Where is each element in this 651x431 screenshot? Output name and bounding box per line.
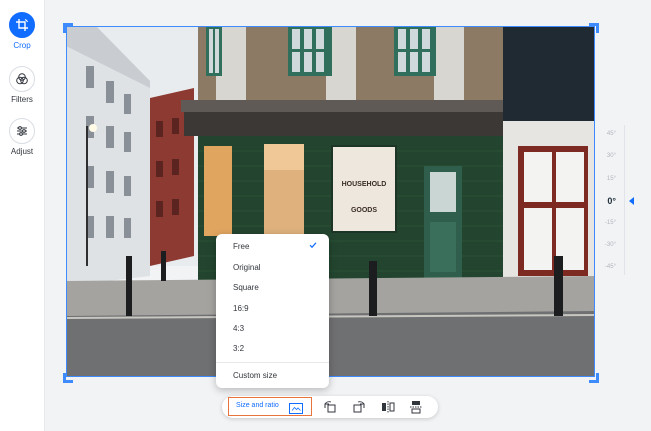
photo-canvas[interactable]: HOUSEHOLD GOODS bbox=[66, 26, 595, 377]
rotate-right-icon bbox=[352, 401, 366, 418]
shop-sign-line1: HOUSEHOLD bbox=[342, 181, 387, 188]
crop-handle-top-left[interactable] bbox=[63, 23, 73, 33]
sidebar-item-filters[interactable]: Filters bbox=[0, 66, 44, 104]
checkmark-icon bbox=[309, 237, 317, 257]
ratio-option-label: 3:2 bbox=[233, 344, 245, 353]
ratio-option-4-3[interactable]: 4:3 bbox=[216, 319, 329, 339]
ratio-dropdown: Free Original Square 16:9 4:3 3:2 Custom… bbox=[216, 234, 329, 388]
ratio-option-label: 16:9 bbox=[233, 304, 249, 313]
ratio-option-16-9[interactable]: 16:9 bbox=[216, 299, 329, 319]
rotation-tick: 45° bbox=[606, 131, 616, 137]
rotation-tick: 15° bbox=[606, 176, 616, 182]
rotate-left-button[interactable] bbox=[323, 400, 337, 414]
flip-horizontal-button[interactable] bbox=[381, 400, 395, 414]
rotation-dial[interactable]: 45° 30° 15° 0° -15° -30° -45° bbox=[596, 125, 646, 275]
ratio-option-3-2[interactable]: 3:2 bbox=[216, 339, 329, 359]
ratio-option-label: Original bbox=[233, 263, 261, 272]
sidebar-item-crop[interactable]: Crop bbox=[0, 12, 44, 50]
ratio-option-square[interactable]: Square bbox=[216, 278, 329, 298]
ratio-option-label: 4:3 bbox=[233, 324, 245, 333]
crop-handle-bottom-right[interactable] bbox=[589, 373, 599, 383]
sidebar-item-adjust[interactable]: Adjust bbox=[0, 118, 44, 156]
rotation-tick: -15° bbox=[604, 220, 616, 226]
ratio-option-label: Square bbox=[233, 283, 259, 292]
rotate-right-button[interactable] bbox=[352, 400, 366, 414]
crop-rotate-icon bbox=[9, 12, 35, 38]
rotation-tick: 30° bbox=[606, 153, 616, 159]
flip-vertical-icon bbox=[409, 401, 423, 418]
ratio-option-label: Custom size bbox=[233, 371, 278, 380]
flip-vertical-button[interactable] bbox=[409, 400, 423, 414]
aspect-ratio-icon bbox=[289, 401, 303, 419]
flip-horizontal-icon bbox=[381, 401, 395, 418]
ratio-option-free[interactable]: Free bbox=[216, 237, 329, 257]
filters-icon bbox=[9, 66, 35, 92]
ratio-option-label: Free bbox=[233, 242, 250, 251]
sidebar-item-label: Filters bbox=[11, 95, 33, 104]
size-and-ratio-button[interactable]: Size and ratio bbox=[228, 397, 312, 416]
dial-track bbox=[624, 125, 625, 275]
editor-sidebar: Crop Filters Adjust bbox=[0, 0, 45, 431]
rotation-current-value: 0° bbox=[607, 196, 616, 206]
sidebar-item-label: Adjust bbox=[10, 147, 34, 156]
menu-divider bbox=[216, 362, 329, 363]
ratio-option-custom-size[interactable]: Custom size bbox=[216, 366, 329, 386]
sliders-icon bbox=[9, 118, 35, 144]
rotate-left-icon bbox=[323, 401, 337, 418]
crop-handle-bottom-left[interactable] bbox=[63, 373, 73, 383]
storefront-photo: HOUSEHOLD GOODS bbox=[66, 26, 595, 377]
sidebar-item-label: Crop bbox=[13, 41, 31, 50]
rotation-tick: -45° bbox=[604, 264, 616, 270]
ratio-option-original[interactable]: Original bbox=[216, 258, 329, 278]
crop-handle-top-right[interactable] bbox=[589, 23, 599, 33]
size-and-ratio-label: Size and ratio bbox=[236, 402, 279, 409]
dial-pointer-icon bbox=[629, 197, 634, 205]
rotation-tick: -30° bbox=[604, 242, 616, 248]
shop-sign-line2: GOODS bbox=[351, 207, 377, 214]
